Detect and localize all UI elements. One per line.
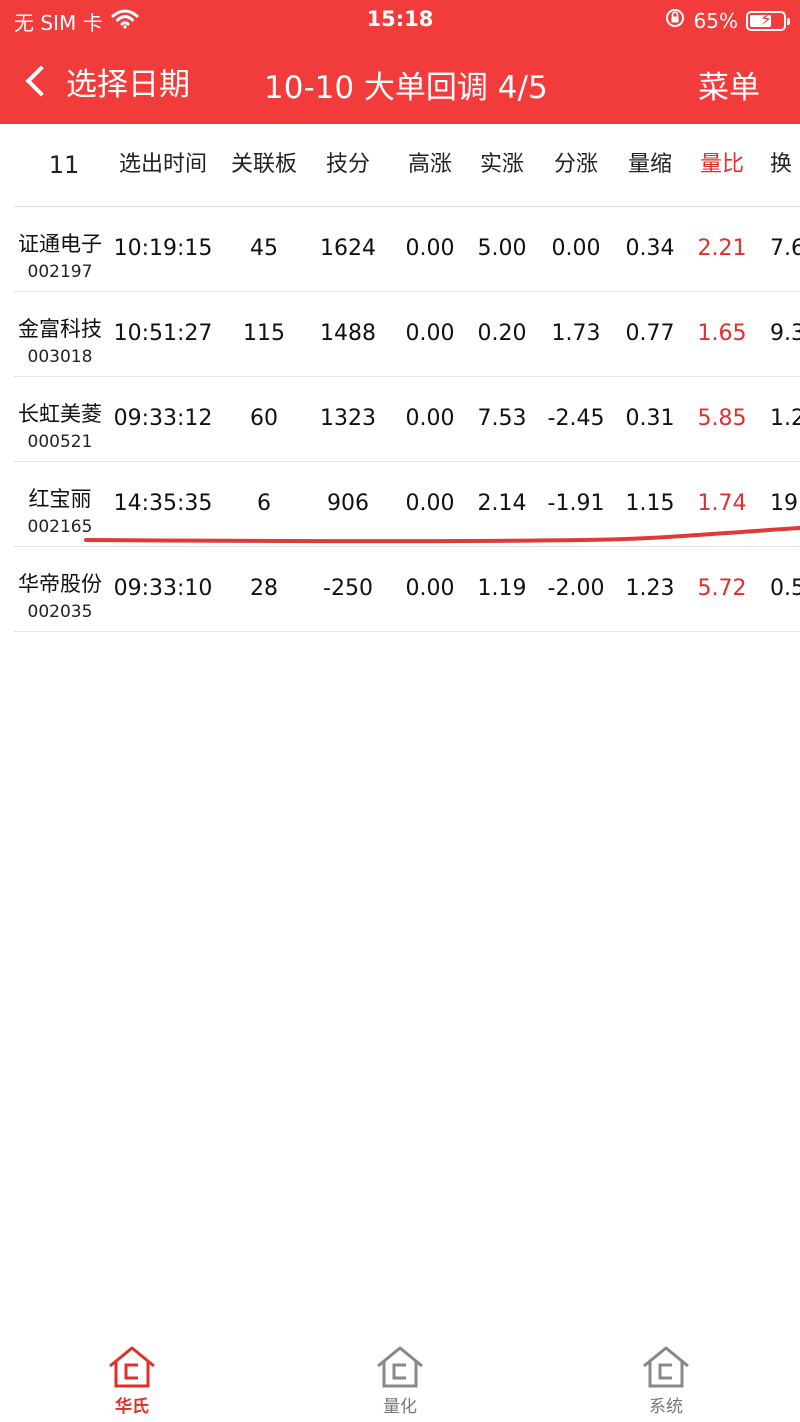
cell-board: 60 (250, 406, 278, 431)
cell-turnover: 7.6 (770, 236, 800, 261)
chevron-left-icon (25, 65, 57, 97)
back-label: 选择日期 (66, 66, 190, 103)
nav-bar: 选择日期 10-10 大单回调 4/5 菜单 (0, 44, 800, 120)
cell-high: 0.00 (405, 576, 455, 601)
cell-min: 1.73 (551, 321, 601, 346)
stock-name-cell: 长虹美菱 000521 (14, 377, 106, 461)
table-row[interactable]: 证通电子 002197 10:19:15 45 1624 0.00 5.00 0.00 0.34… (14, 207, 800, 292)
stock-name: 红宝丽 (28, 487, 92, 511)
cell-ratio: 5.85 (697, 406, 747, 431)
cell-shrink: 1.23 (625, 576, 675, 601)
stock-name-cell: 华帝股份 002035 (14, 547, 106, 631)
col-header-board[interactable]: 关联板 (224, 124, 304, 206)
tab-label-xitong: 系统 (649, 1397, 683, 1417)
tab-huashi[interactable]: 华氏 (72, 1334, 192, 1422)
stock-name: 金富科技 (18, 317, 102, 341)
tab-label-lianghua: 量化 (383, 1397, 417, 1417)
home-icon (377, 1346, 423, 1388)
col-header-shrink[interactable]: 量缩 (610, 124, 690, 206)
col-header-ratio[interactable]: 量比 (682, 124, 762, 206)
cell-real: 7.53 (477, 406, 527, 431)
cell-ratio: 2.21 (697, 236, 747, 261)
red-underline-mark (84, 526, 800, 544)
cell-time: 10:19:15 (113, 236, 213, 261)
col-header-score[interactable]: 技分 (308, 124, 388, 206)
header: 无 SIM 卡 15:18 65% ⚡ 选择日期 10-10 大单回调 4/5 … (0, 0, 800, 124)
stock-name-cell: 证通电子 002197 (14, 207, 106, 291)
cell-real: 1.19 (477, 576, 527, 601)
cell-board: 28 (250, 576, 278, 601)
cell-time: 10:51:27 (113, 321, 213, 346)
cell-real: 0.20 (477, 321, 527, 346)
cell-score: 1488 (320, 321, 376, 346)
cell-turnover: 0.5 (770, 576, 800, 601)
cell-min: -2.45 (547, 406, 605, 431)
cell-score: -250 (323, 576, 373, 601)
cell-turnover: 9.3 (770, 321, 800, 346)
cell-shrink: 0.31 (625, 406, 675, 431)
col-header-time[interactable]: 选出时间 (110, 124, 216, 206)
row-count: 11 (48, 151, 80, 179)
cell-high: 0.00 (405, 406, 455, 431)
cell-time: 09:33:10 (113, 576, 213, 601)
table-row[interactable]: 金富科技 003018 10:51:27 115 1488 0.00 0.20 1.73 0.7… (14, 292, 800, 377)
cell-board: 45 (250, 236, 278, 261)
stock-name: 华帝股份 (18, 572, 102, 596)
home-icon (109, 1346, 155, 1388)
cell-min: -2.00 (547, 576, 605, 601)
menu-button[interactable]: 菜单 (698, 62, 760, 107)
cell-real: 5.00 (477, 236, 527, 261)
stock-code: 003018 (27, 347, 93, 367)
stock-code: 002197 (27, 262, 93, 282)
tab-lianghua[interactable]: 量化 (340, 1334, 460, 1422)
cell-high: 0.00 (405, 321, 455, 346)
col-header-real[interactable]: 实涨 (462, 124, 542, 206)
page-title: 10-10 大单回调 4/5 (264, 70, 548, 106)
cell-high: 0.00 (405, 236, 455, 261)
table-row[interactable]: 长虹美菱 000521 09:33:12 60 1323 0.00 7.53 -2.45 0.3… (14, 377, 800, 462)
cell-time: 09:33:12 (113, 406, 213, 431)
table-header: 11 选出时间 关联板 技分 高涨 实涨 分涨 量缩 量比 换 (14, 124, 800, 207)
back-button[interactable]: 选择日期 (18, 56, 190, 106)
home-icon (643, 1346, 689, 1388)
cell-score: 1624 (320, 236, 376, 261)
cell-ratio: 1.65 (697, 321, 747, 346)
charging-icon: ⚡ (760, 9, 772, 30)
status-right: 65% ⚡ (664, 7, 790, 34)
stock-name: 证通电子 (18, 232, 102, 256)
table-row[interactable]: 华帝股份 002035 09:33:10 28 -250 0.00 1.19 -2.00 1.2… (14, 547, 800, 632)
cell-turnover: 1.2 (770, 406, 800, 431)
battery-percent: 65% (693, 8, 738, 33)
rotation-lock-icon (664, 7, 686, 34)
tab-xitong[interactable]: 系统 (606, 1334, 726, 1422)
cell-shrink: 0.34 (625, 236, 675, 261)
tab-label-huashi: 华氏 (115, 1397, 149, 1417)
tab-bar: 华氏 量化 系统 (0, 1334, 800, 1422)
col-header-min[interactable]: 分涨 (536, 124, 616, 206)
cell-ratio: 5.72 (697, 576, 747, 601)
stock-code: 000521 (27, 432, 93, 452)
status-bar: 无 SIM 卡 15:18 65% ⚡ (0, 0, 800, 40)
cell-shrink: 0.77 (625, 321, 675, 346)
stock-table: 11 选出时间 关联板 技分 高涨 实涨 分涨 量缩 量比 换 证通电子 0021… (0, 124, 800, 632)
stock-name-cell: 金富科技 003018 (14, 292, 106, 376)
cell-board: 115 (243, 321, 285, 346)
table-body: 证通电子 002197 10:19:15 45 1624 0.00 5.00 0.00 0.34… (0, 207, 800, 632)
col-header-turnover[interactable]: 换 (770, 124, 800, 206)
battery-icon: ⚡ (746, 9, 790, 31)
cell-score: 1323 (320, 406, 376, 431)
stock-name: 长虹美菱 (18, 402, 102, 426)
col-header-high[interactable]: 高涨 (390, 124, 470, 206)
stock-code: 002035 (27, 602, 93, 622)
cell-min: 0.00 (551, 236, 601, 261)
